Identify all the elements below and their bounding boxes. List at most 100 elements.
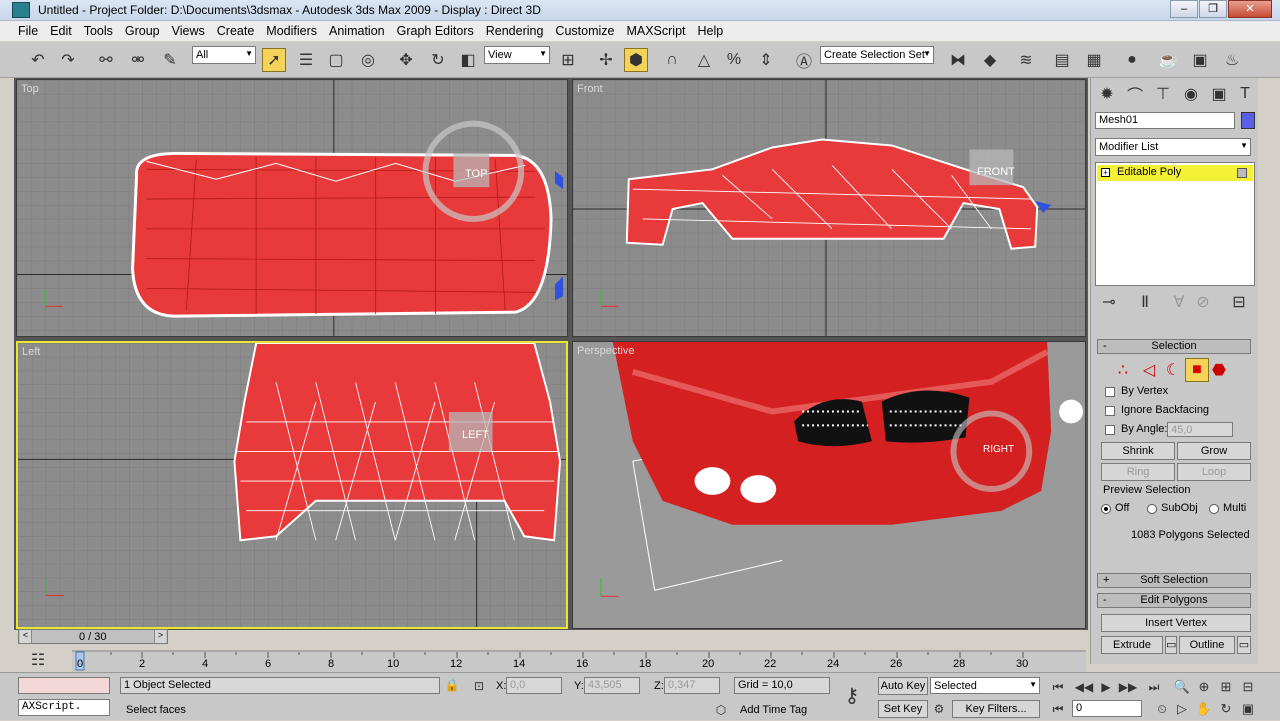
by-vertex-checkbox[interactable]	[1105, 387, 1115, 397]
preview-off-radio[interactable]	[1101, 504, 1111, 514]
percent-snap-icon[interactable]: %	[722, 48, 746, 72]
slider-next-icon[interactable]: >	[154, 630, 166, 643]
y-coordinate-field[interactable]: 43,505	[584, 677, 640, 694]
ignore-backfacing-checkbox[interactable]	[1105, 406, 1115, 416]
angle-snap-icon[interactable]: △	[692, 48, 716, 72]
show-end-result-icon[interactable]: Ⅱ	[1133, 290, 1157, 314]
viewport-front[interactable]: Front FRONT	[572, 79, 1086, 337]
insert-vertex-button[interactable]: Insert Vertex	[1101, 614, 1251, 632]
outline-settings-icon[interactable]: ▭	[1237, 636, 1251, 654]
auto-key-button[interactable]: Auto Key	[878, 677, 928, 695]
zoom-icon[interactable]: 🔍	[1170, 675, 1194, 699]
spinner-snap-icon[interactable]: ⇕	[754, 48, 778, 72]
layer-manager-icon[interactable]: ≋	[1014, 48, 1038, 72]
extrude-button[interactable]: Extrude	[1101, 636, 1163, 654]
menu-group[interactable]: Group	[125, 24, 160, 38]
viewcube-top[interactable]: TOP	[465, 168, 487, 180]
x-coordinate-field[interactable]: 0,0	[506, 677, 562, 694]
remove-modifier-icon[interactable]: ⊘	[1191, 290, 1215, 314]
shrink-button[interactable]: Shrink	[1101, 442, 1175, 460]
viewport-label-front[interactable]: Front	[577, 83, 603, 95]
make-unique-icon[interactable]: ∀	[1167, 290, 1191, 314]
schematic-view-icon[interactable]: ▦	[1082, 48, 1106, 72]
move-icon[interactable]: ✥	[394, 48, 418, 72]
trackbar-toggle-icon[interactable]: ☷	[26, 648, 50, 672]
scale-icon[interactable]: ◧	[456, 48, 480, 72]
create-tab-icon[interactable]: ✹	[1095, 82, 1119, 106]
menu-edit[interactable]: Edit	[50, 24, 72, 38]
z-coordinate-field[interactable]: 0,347	[664, 677, 720, 694]
element-mode-icon[interactable]: ⬣	[1207, 358, 1231, 382]
modifier-list-dropdown[interactable]: Modifier List	[1095, 138, 1251, 156]
close-button[interactable]: ✕	[1228, 0, 1272, 18]
zoom-all-icon[interactable]: ⊕	[1192, 675, 1216, 699]
viewcube-front[interactable]: FRONT	[977, 166, 1015, 178]
display-tab-icon[interactable]: ▣	[1207, 82, 1231, 106]
curve-editor-icon[interactable]: ▤	[1050, 48, 1074, 72]
timeline-trackbar[interactable]: 0 2 4 6 8 10 12 14 16 18 20 22 24 26 28 …	[72, 650, 1086, 672]
vertex-mode-icon[interactable]: ∴	[1111, 358, 1135, 382]
orbit-icon[interactable]: ↻	[1214, 697, 1238, 721]
pivot-center-icon[interactable]: ⊞	[556, 48, 580, 72]
menu-modifiers[interactable]: Modifiers	[266, 24, 317, 38]
modify-tab-icon[interactable]: ⌒	[1123, 82, 1147, 106]
add-time-tag[interactable]: Add Time Tag	[740, 704, 807, 716]
by-angle-checkbox[interactable]	[1105, 425, 1115, 435]
stack-item[interactable]: + Editable Poly	[1097, 165, 1253, 181]
time-tag-icon[interactable]: ⬡	[712, 701, 730, 719]
maxscript-listener[interactable]: AXScript.	[18, 699, 110, 716]
viewport-label-top[interactable]: Top	[21, 83, 39, 95]
current-frame-field[interactable]: 0	[1072, 700, 1142, 717]
zoom-extents-icon[interactable]: ⊞	[1214, 675, 1238, 699]
menu-help[interactable]: Help	[698, 24, 724, 38]
unlink-icon[interactable]: ⚮	[126, 48, 150, 72]
expand-icon[interactable]: +	[1101, 168, 1110, 177]
snaps-toggle-icon[interactable]: ∩	[660, 48, 684, 72]
stack-toggle-icon[interactable]	[1237, 168, 1247, 178]
selection-rollout[interactable]: - Selection	[1097, 339, 1251, 354]
key-mode-icon[interactable]: ⚙	[930, 700, 948, 718]
rectangular-selection-icon[interactable]: ▢	[324, 48, 348, 72]
menu-maxscript[interactable]: MAXScript	[626, 24, 685, 38]
viewcube-left[interactable]: LEFT	[462, 429, 489, 441]
select-by-name-icon[interactable]: ☰	[294, 48, 318, 72]
extrude-settings-icon[interactable]: ▭	[1165, 636, 1177, 654]
bind-space-warp-icon[interactable]: ✎	[158, 48, 182, 72]
ring-button[interactable]: Ring	[1101, 463, 1175, 481]
configure-sets-icon[interactable]: ⊟	[1227, 290, 1251, 314]
menu-tools[interactable]: Tools	[84, 24, 113, 38]
polygon-mode-icon[interactable]: ■	[1185, 358, 1209, 382]
soft-selection-rollout[interactable]: + Soft Selection	[1097, 573, 1251, 588]
menu-views[interactable]: Views	[172, 24, 205, 38]
set-key-button[interactable]: Set Key	[878, 700, 928, 718]
edge-mode-icon[interactable]: ◁	[1137, 358, 1161, 382]
object-color-swatch[interactable]	[1241, 112, 1255, 129]
outline-button[interactable]: Outline	[1179, 636, 1235, 654]
align-icon[interactable]: ◆	[978, 48, 1002, 72]
key-icon[interactable]: ⚷	[840, 683, 864, 707]
object-name-field[interactable]: Mesh01	[1095, 112, 1235, 129]
mirror-icon[interactable]: ⧓	[946, 48, 970, 72]
viewcube-right[interactable]: RIGHT	[983, 444, 1014, 455]
hierarchy-tab-icon[interactable]: ⊤	[1151, 82, 1175, 106]
named-selection-set-dropdown[interactable]: Create Selection Set	[820, 46, 934, 64]
viewport-perspective[interactable]: Perspective RIGHT	[572, 341, 1086, 629]
utilities-tab-icon[interactable]: T	[1233, 82, 1257, 106]
redo-icon[interactable]: ↷	[56, 48, 80, 72]
previous-frame-icon[interactable]: ◀◀	[1072, 675, 1096, 699]
go-to-start-icon[interactable]: ⏮	[1046, 675, 1070, 699]
viewport-left[interactable]: Left LEFT	[16, 341, 568, 629]
menu-animation[interactable]: Animation	[329, 24, 385, 38]
restore-button[interactable]: ❐	[1199, 0, 1227, 18]
link-icon[interactable]: ⚯	[94, 48, 118, 72]
rotate-icon[interactable]: ↻	[426, 48, 450, 72]
window-crossing-icon[interactable]: ◎	[356, 48, 380, 72]
preview-multi-radio[interactable]	[1209, 504, 1219, 514]
maxscript-listener-top[interactable]	[18, 677, 110, 694]
grow-button[interactable]: Grow	[1177, 442, 1251, 460]
select-manipulate-icon[interactable]: ✢	[594, 48, 618, 72]
edit-named-selection-icon[interactable]: Ⓐ	[792, 48, 816, 72]
key-selection-dropdown[interactable]: Selected	[930, 677, 1040, 694]
viewport-top[interactable]: Top TOP	[16, 79, 568, 337]
next-frame-icon[interactable]: ▶▶	[1116, 675, 1140, 699]
